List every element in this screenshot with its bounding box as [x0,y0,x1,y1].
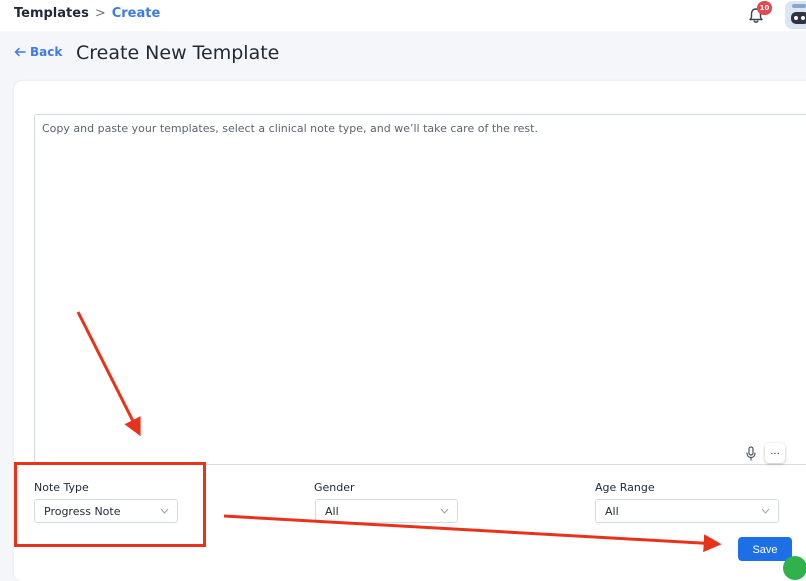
page-title: Create New Template [76,42,280,64]
breadcrumb-separator: > [94,6,106,21]
gender-label: Gender [314,481,355,494]
page-header: Back Create New Template [0,31,806,81]
age-range-select[interactable]: All [595,499,779,523]
age-range-value: All [605,505,619,518]
chevron-down-icon [160,508,169,514]
top-bar: Templates > Create 10 [0,0,806,31]
editor-placeholder: Copy and paste your templates, select a … [42,122,538,135]
avatar-eye-left [794,16,798,20]
gender-select[interactable]: All [315,499,458,523]
help-widget-button[interactable] [783,556,806,580]
dictate-button[interactable] [745,446,757,465]
avatar[interactable] [785,1,806,29]
chevron-down-icon [761,508,770,514]
back-button[interactable]: Back [14,45,62,59]
save-button[interactable]: Save [738,537,792,561]
avatar-robot-face [791,12,806,24]
chevron-down-icon [440,508,449,514]
avatar-eye-right [801,16,805,20]
notifications-button[interactable]: 10 [747,1,772,26]
avatar-decoration [792,4,806,8]
note-type-select[interactable]: Progress Note [34,499,178,523]
gender-value: All [325,505,339,518]
notification-count-badge: 10 [757,1,772,15]
breadcrumb-templates[interactable]: Templates [14,6,89,21]
back-arrow-icon [14,47,26,57]
template-text-editor[interactable]: Copy and paste your templates, select a … [34,114,806,465]
back-label: Back [30,45,63,59]
microphone-icon [746,446,756,461]
note-type-value: Progress Note [44,505,121,518]
note-type-label: Note Type [34,481,89,494]
age-range-label: Age Range [595,481,655,494]
more-options-button[interactable]: ... [765,443,785,463]
breadcrumb-create: Create [111,6,161,21]
breadcrumb: Templates > Create [14,6,160,21]
